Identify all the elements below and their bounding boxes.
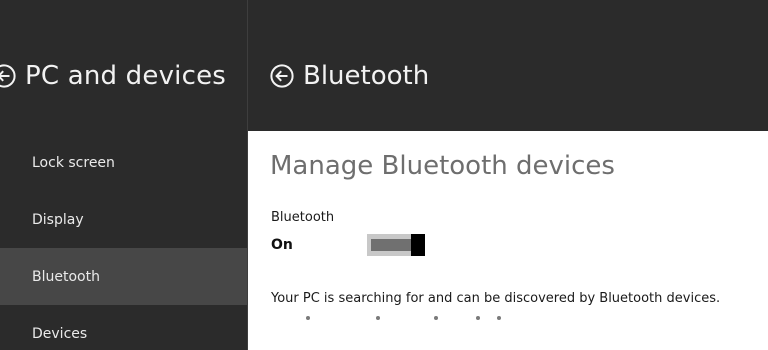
progress-dot (497, 316, 501, 320)
searching-progress-dots (248, 316, 768, 322)
nav-item-lock-screen[interactable]: Lock screen (0, 134, 247, 191)
progress-dot (306, 316, 310, 320)
bluetooth-toggle-label: Bluetooth (271, 210, 335, 225)
left-pane-header: PC and devices (0, 56, 226, 96)
nav-item-display[interactable]: Display (0, 191, 247, 248)
bluetooth-toggle-switch[interactable] (367, 234, 425, 256)
toggle-thumb[interactable] (411, 234, 425, 256)
left-nav-pane: PC and devices Lock screen Display Bluet… (0, 0, 247, 350)
right-pane-title-row: Bluetooth (270, 56, 429, 96)
bluetooth-toggle-state: On (271, 237, 293, 253)
nav-list: Lock screen Display Bluetooth Devices (0, 134, 247, 350)
nav-item-bluetooth[interactable]: Bluetooth (0, 248, 247, 305)
right-pane-header: Bluetooth (248, 0, 768, 131)
back-arrow-circle-icon[interactable] (270, 64, 294, 88)
bluetooth-settings-content: Manage Bluetooth devices Bluetooth On Yo… (248, 131, 768, 350)
back-arrow-circle-icon[interactable] (0, 64, 16, 88)
progress-dot (476, 316, 480, 320)
bluetooth-status-text: Your PC is searching for and can be disc… (271, 291, 721, 306)
nav-item-devices[interactable]: Devices (0, 305, 247, 350)
section-title: Manage Bluetooth devices (270, 151, 615, 181)
toggle-fill (371, 239, 411, 251)
right-pane-title: Bluetooth (303, 61, 430, 91)
progress-dot (376, 316, 380, 320)
settings-window: PC and devices Lock screen Display Bluet… (0, 0, 768, 350)
progress-dot (434, 316, 438, 320)
left-pane-title: PC and devices (25, 61, 227, 91)
